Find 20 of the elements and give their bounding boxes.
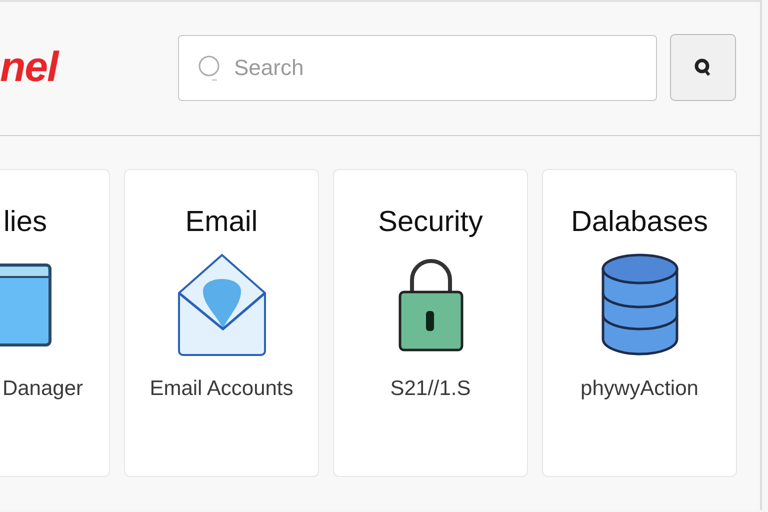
window-icon (0, 263, 53, 347)
category-card[interactable]: lies Danager (0, 169, 110, 477)
search-field[interactable]: Search (178, 34, 657, 100)
category-card[interactable]: Security S21//1.S (333, 169, 528, 477)
card-title: Dalabases (570, 208, 708, 237)
card-caption: phywyAction (580, 377, 698, 401)
card-title: Email (185, 208, 258, 237)
card-title: Security (378, 208, 483, 237)
card-title: lies (3, 208, 47, 237)
category-card[interactable]: Dalabases phywyAction (542, 169, 737, 477)
search-button[interactable] (670, 34, 736, 101)
database-icon (600, 253, 678, 357)
category-card[interactable]: Email Email Accounts (124, 169, 319, 477)
padlock-icon (398, 258, 464, 352)
envelope-icon (176, 253, 266, 357)
card-caption: S21//1.S (390, 377, 471, 401)
card-caption: Email Accounts (150, 377, 294, 401)
card-caption: Danager (2, 377, 83, 401)
search-icon (694, 58, 712, 78)
logo: nel (0, 46, 60, 88)
